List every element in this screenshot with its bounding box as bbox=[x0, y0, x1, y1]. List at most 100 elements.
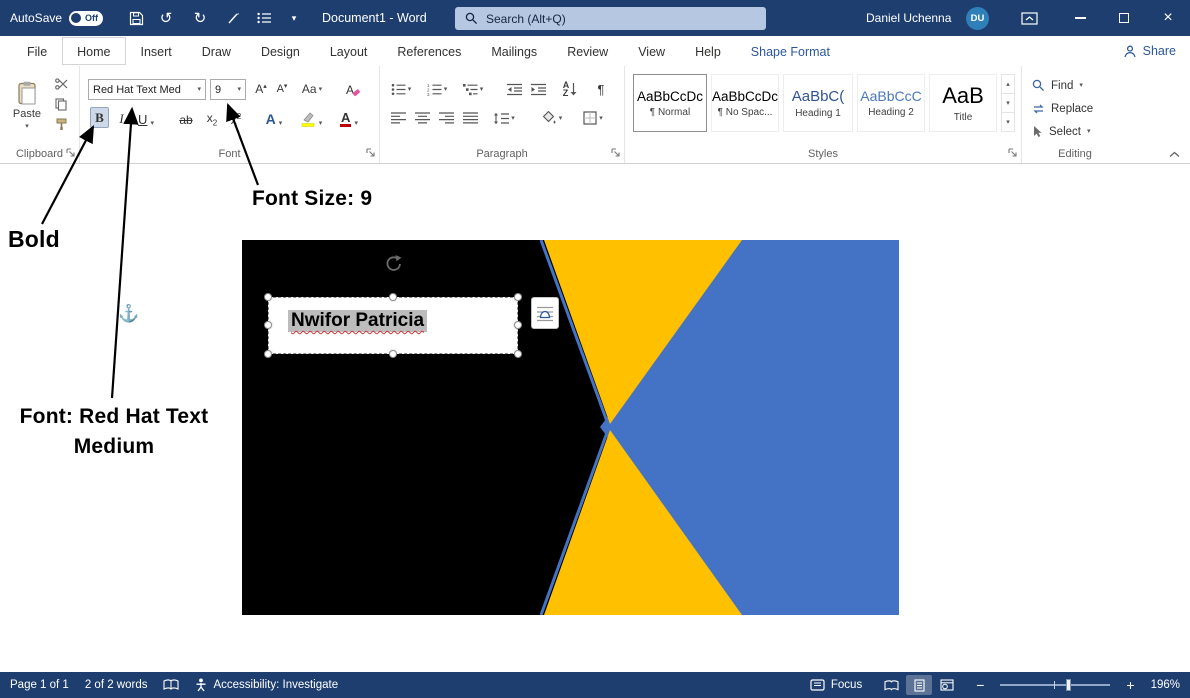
styles-scroll-down-button[interactable]: ▾ bbox=[1002, 94, 1014, 113]
strikethrough-button[interactable]: ab bbox=[175, 107, 197, 128]
change-case-button[interactable]: Aa▾ bbox=[298, 79, 326, 99]
multilevel-list-button[interactable]: ▾ bbox=[460, 80, 486, 98]
zoom-level[interactable]: 196% bbox=[1151, 679, 1180, 691]
borders-button[interactable]: ▾ bbox=[578, 109, 608, 127]
grow-font-button[interactable]: A▴ bbox=[252, 79, 270, 99]
selection-handle-top-middle[interactable] bbox=[389, 293, 397, 301]
subscript-button[interactable]: x2 bbox=[202, 107, 222, 128]
selection-handle-top-left[interactable] bbox=[264, 293, 272, 301]
show-marks-button[interactable]: ¶ bbox=[592, 80, 610, 98]
line-spacing-button[interactable]: ▾ bbox=[490, 109, 518, 127]
align-left-button[interactable] bbox=[388, 109, 408, 127]
styles-gallery-more-button[interactable]: ▾ bbox=[1002, 113, 1014, 131]
clipboard-dialog-launcher-icon[interactable] bbox=[66, 148, 75, 157]
italic-button[interactable]: I bbox=[115, 107, 128, 128]
print-layout-button[interactable] bbox=[906, 675, 932, 695]
text-effects-button[interactable]: A ▾ bbox=[260, 107, 288, 128]
styles-scroll-up-button[interactable]: ▴ bbox=[1002, 75, 1014, 94]
zoom-out-button[interactable]: − bbox=[976, 677, 984, 693]
justify-button[interactable] bbox=[460, 109, 480, 127]
sort-button[interactable]: AZ bbox=[558, 80, 582, 98]
tab-file[interactable]: File bbox=[12, 37, 62, 65]
tab-home[interactable]: Home bbox=[62, 37, 125, 65]
replace-button[interactable]: Replace bbox=[1032, 99, 1093, 118]
accessibility-status[interactable]: Accessibility: Investigate bbox=[195, 678, 338, 692]
highlight-button[interactable]: ▾ bbox=[296, 107, 326, 128]
close-button[interactable]: × bbox=[1146, 0, 1190, 36]
style-title[interactable]: AaB Title bbox=[929, 74, 997, 132]
share-button[interactable]: Share bbox=[1123, 36, 1176, 66]
style-heading-1[interactable]: AaBbC( Heading 1 bbox=[783, 74, 853, 132]
selection-handle-bottom-middle[interactable] bbox=[389, 350, 397, 358]
zoom-slider[interactable] bbox=[1000, 678, 1110, 692]
align-right-button[interactable] bbox=[436, 109, 456, 127]
autosave-toggle[interactable]: AutoSave Off bbox=[10, 0, 103, 36]
ribbon-display-options-button[interactable] bbox=[1012, 0, 1046, 36]
shading-button[interactable]: ▾ bbox=[538, 109, 566, 127]
font-size-combo[interactable]: 9 ▾ bbox=[210, 79, 246, 100]
undo-button[interactable]: ↺ bbox=[152, 0, 180, 36]
qat-overflow-button[interactable]: ▾ bbox=[280, 0, 308, 36]
minimize-button[interactable] bbox=[1058, 0, 1102, 36]
search-input[interactable]: Search (Alt+Q) bbox=[455, 7, 766, 30]
save-button[interactable] bbox=[122, 0, 150, 36]
increase-indent-button[interactable] bbox=[528, 80, 548, 98]
zoom-in-button[interactable]: + bbox=[1126, 677, 1134, 693]
selection-handle-middle-right[interactable] bbox=[514, 321, 522, 329]
avatar[interactable]: DU bbox=[966, 7, 989, 30]
selection-handle-middle-left[interactable] bbox=[264, 321, 272, 329]
superscript-button[interactable]: x2 bbox=[226, 107, 246, 128]
layout-options-button[interactable] bbox=[531, 297, 559, 329]
cut-button[interactable] bbox=[50, 76, 72, 92]
select-button[interactable]: Select ▾ bbox=[1032, 122, 1090, 141]
page-indicator[interactable]: Page 1 of 1 bbox=[10, 679, 69, 691]
tab-review[interactable]: Review bbox=[552, 37, 623, 65]
selection-handle-bottom-right[interactable] bbox=[514, 350, 522, 358]
find-button[interactable]: Find ▾ bbox=[1032, 76, 1083, 95]
textbox-text[interactable]: Nwifor Patricia bbox=[288, 310, 427, 332]
redo-button[interactable]: ↻ bbox=[186, 0, 214, 36]
style-normal[interactable]: AaBbCcDc ¶ Normal bbox=[633, 74, 707, 132]
tab-draw[interactable]: Draw bbox=[187, 37, 246, 65]
bullets-button[interactable]: ▾ bbox=[388, 80, 414, 98]
decrease-indent-button[interactable] bbox=[504, 80, 524, 98]
shrink-font-button[interactable]: A▾ bbox=[273, 79, 291, 99]
paragraph-dialog-launcher-icon[interactable] bbox=[611, 148, 620, 157]
tab-layout[interactable]: Layout bbox=[315, 37, 383, 65]
collapse-ribbon-button[interactable] bbox=[1169, 151, 1180, 158]
font-dialog-launcher-icon[interactable] bbox=[366, 148, 375, 157]
format-painter-button[interactable] bbox=[50, 116, 72, 132]
tab-view[interactable]: View bbox=[623, 37, 680, 65]
underline-button[interactable]: U ▾ bbox=[133, 107, 159, 128]
touch-mode-button[interactable] bbox=[220, 0, 248, 36]
autosave-switch[interactable]: Off bbox=[69, 11, 103, 26]
copy-button[interactable] bbox=[50, 96, 72, 112]
clear-formatting-button[interactable]: A bbox=[342, 79, 364, 99]
tab-references[interactable]: References bbox=[382, 37, 476, 65]
align-center-button[interactable] bbox=[412, 109, 432, 127]
zoom-slider-thumb[interactable] bbox=[1066, 679, 1071, 691]
quick-access-list-button[interactable] bbox=[250, 0, 278, 36]
numbering-button[interactable]: 123 ▾ bbox=[424, 80, 450, 98]
styles-dialog-launcher-icon[interactable] bbox=[1008, 148, 1017, 157]
focus-button[interactable]: Focus bbox=[810, 679, 862, 691]
maximize-button[interactable] bbox=[1102, 0, 1146, 36]
web-layout-button[interactable] bbox=[934, 675, 960, 695]
style-no-spacing[interactable]: AaBbCcDc ¶ No Spac... bbox=[711, 74, 779, 132]
tab-mailings[interactable]: Mailings bbox=[476, 37, 552, 65]
proofing-status[interactable] bbox=[163, 679, 179, 691]
tab-shape-format[interactable]: Shape Format bbox=[736, 37, 845, 65]
paste-button[interactable]: Paste ▾ bbox=[8, 72, 46, 138]
selection-handle-top-right[interactable] bbox=[514, 293, 522, 301]
word-count[interactable]: 2 of 2 words bbox=[85, 679, 148, 691]
style-heading-2[interactable]: AaBbCcC Heading 2 bbox=[857, 74, 925, 132]
font-color-button[interactable]: A ▾ bbox=[334, 107, 364, 128]
bold-button[interactable]: B bbox=[90, 107, 109, 128]
tab-design[interactable]: Design bbox=[246, 37, 315, 65]
rotate-handle[interactable] bbox=[384, 254, 403, 273]
selection-handle-bottom-left[interactable] bbox=[264, 350, 272, 358]
font-name-combo[interactable]: Red Hat Text Med ▾ bbox=[88, 79, 206, 100]
tab-help[interactable]: Help bbox=[680, 37, 736, 65]
read-mode-button[interactable] bbox=[878, 675, 904, 695]
tab-insert[interactable]: Insert bbox=[126, 37, 187, 65]
